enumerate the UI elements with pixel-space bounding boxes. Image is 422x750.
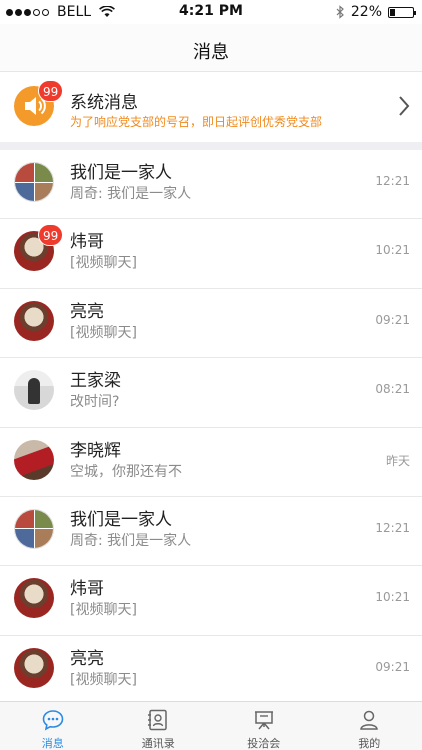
page-title: 消息 <box>193 42 229 63</box>
message-preview: 空城，你那还有不 <box>70 463 182 480</box>
conversation-row[interactable]: 王家梁改时间? 08:21 <box>0 358 422 428</box>
contact-name: 李晓辉 <box>70 440 121 461</box>
person-avatar <box>14 370 54 411</box>
conversation-row[interactable]: 我们是一家人周奇: 我们是一家人 12:21 <box>0 150 422 220</box>
contact-name: 亮亮 <box>70 301 104 322</box>
person-icon <box>360 710 379 730</box>
system-message-row[interactable]: 99 系统消息 为了响应党支部的号召，即日起评创优秀党支部... <box>0 72 422 142</box>
conversation-row[interactable]: 亮亮 [视频聊天] 09:21 <box>0 635 422 706</box>
car-avatar <box>14 439 54 480</box>
group-avatar <box>14 508 54 549</box>
tab-label: 通讯录 <box>141 737 175 750</box>
conversation-list: 我们是一家人 周奇: 我们是一家人 12:21 99 炜哥 [视频聊天] 10:21 亮亮 [视… <box>0 150 422 706</box>
message-time: 10:21 <box>375 590 410 605</box>
message-time: 09:21 <box>375 312 410 327</box>
bluetooth-icon <box>336 5 344 19</box>
nav-bar: 消息 <box>0 24 422 72</box>
message-preview: [视频聊天] <box>70 671 137 688</box>
battery-fill <box>390 8 395 16</box>
section-separator <box>0 142 422 150</box>
contacts-icon <box>148 709 167 731</box>
system-message-title: 系统消息 <box>70 93 138 113</box>
message-time: 08:21 <box>375 382 410 397</box>
contact-name: 炜哥 <box>70 579 104 600</box>
message-preview: [视频聊天] <box>70 255 137 272</box>
message-preview: 周奇: 我们是一家人 <box>70 186 192 202</box>
message-time: 12:21 <box>375 520 410 535</box>
presentation-board-icon <box>254 711 273 730</box>
contact-name: 王家梁 <box>70 371 121 392</box>
unread-badge: 99 <box>38 80 64 102</box>
message-time: 昨天 <box>385 453 410 468</box>
tab-bar: 消息 通讯录 投洽会 我的 <box>0 701 422 750</box>
bear-avatar <box>14 300 54 341</box>
chevron-right-icon <box>399 96 410 116</box>
tab-label: 投洽会 <box>247 737 281 750</box>
system-message-subtitle: 为了响应党支部的号召，即日起评创优秀党支部... <box>70 115 322 129</box>
conversation-row[interactable]: 李晓辉空城，你那还有不 昨天 <box>0 427 422 497</box>
battery-percent: 22% <box>350 4 382 20</box>
tab-messages[interactable]: 消息 <box>0 702 106 750</box>
message-time: 10:21 <box>375 243 410 258</box>
contact-name: 亮亮 <box>70 648 104 669</box>
conversation-row[interactable]: 我们是一家人周奇: 我们是一家人 12:21 <box>0 496 422 567</box>
battery-icon <box>388 6 416 18</box>
message-preview: 改时间? <box>70 394 120 411</box>
contact-name: 我们是一家人 <box>70 509 172 530</box>
tab-contacts[interactable]: 通讯录 <box>106 702 212 750</box>
chat-bubble-icon <box>42 710 64 731</box>
message-time: 09:21 <box>375 659 410 674</box>
tab-label: 消息 <box>41 737 64 750</box>
unread-badge: 99 <box>38 224 64 247</box>
conversation-row[interactable]: 亮亮 [视频聊天] 09:21 <box>0 288 422 359</box>
tab-label: 我的 <box>358 737 381 750</box>
battery-area: 22% <box>336 4 416 20</box>
message-preview: [视频聊天] <box>70 324 137 341</box>
conversation-row[interactable]: 99 炜哥 [视频聊天] 10:21 <box>0 219 422 289</box>
contact-name: 炜哥 <box>70 232 104 253</box>
message-preview: [视频聊天] <box>70 602 137 619</box>
group-avatar <box>14 162 54 202</box>
bear-avatar <box>14 647 54 688</box>
message-time: 12:21 <box>375 174 410 188</box>
status-bar: BELL 4:21 PM 22% <box>0 0 422 24</box>
bear-avatar <box>14 578 54 619</box>
contact-name: 我们是一家人 <box>70 163 172 183</box>
message-preview: 周奇: 我们是一家人 <box>70 532 192 549</box>
conversation-row[interactable]: 炜哥 [视频聊天] 10:21 <box>0 566 422 636</box>
tab-expo[interactable]: 投洽会 <box>211 702 317 750</box>
tab-profile[interactable]: 我的 <box>317 702 422 750</box>
